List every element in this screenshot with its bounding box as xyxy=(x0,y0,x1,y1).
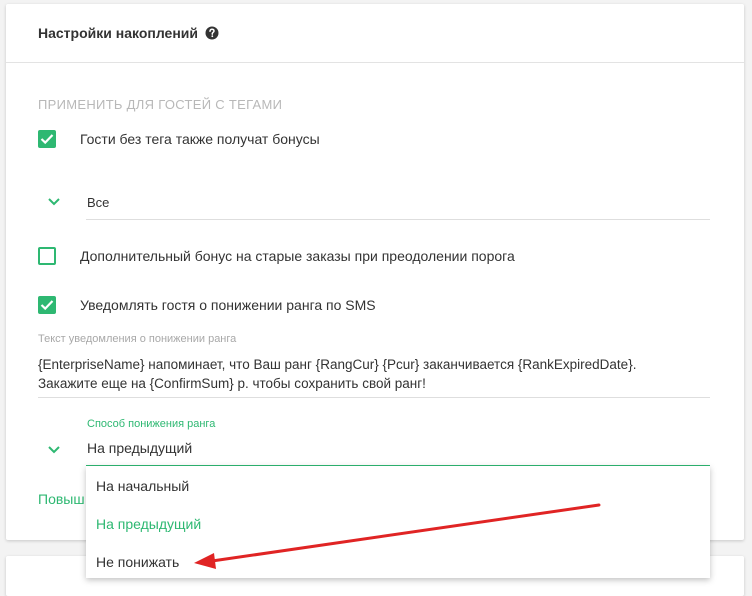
notification-text-field[interactable]: {EnterpriseName} напоминает, что Ваш ран… xyxy=(38,355,688,393)
extra-bonus-checkbox[interactable] xyxy=(38,247,56,265)
rank-method-label: Способ понижения ранга xyxy=(87,418,216,430)
notification-text-label: Текст уведомления о понижении ранга xyxy=(38,333,237,345)
dropdown-option-no-demote[interactable]: Не понижать xyxy=(96,554,179,570)
notify-sms-label: Уведомлять гостя о понижении ранга по SM… xyxy=(80,297,376,313)
tags-select-value[interactable]: Все xyxy=(87,195,109,210)
no-tag-guests-checkbox[interactable] xyxy=(38,130,56,148)
chevron-down-icon[interactable] xyxy=(47,197,61,207)
card-header: Настройки накоплений xyxy=(6,4,744,63)
no-tag-guests-label: Гости без тега также получат бонусы xyxy=(80,131,320,147)
cut-off-link[interactable]: Повыш xyxy=(38,491,85,507)
checkmark-icon xyxy=(40,134,54,145)
chevron-down-icon[interactable] xyxy=(47,445,61,455)
card-title-text: Настройки накоплений xyxy=(38,25,198,41)
accrual-settings-card: Настройки накоплений ПРИМЕНИТЬ ДЛЯ ГОСТЕ… xyxy=(6,4,744,540)
checkmark-icon xyxy=(40,300,54,311)
dropdown-option-initial[interactable]: На начальный xyxy=(96,478,189,494)
notify-sms-checkbox[interactable] xyxy=(38,296,56,314)
question-circle-icon[interactable] xyxy=(205,26,219,43)
rank-method-select-value[interactable]: На предыдущий xyxy=(87,440,192,456)
extra-bonus-label: Дополнительный бонус на старые заказы пр… xyxy=(80,248,515,264)
tags-select-underline xyxy=(86,219,710,220)
card-title: Настройки накоплений xyxy=(38,25,219,43)
notification-text-underline xyxy=(38,397,710,398)
section-label-tags: ПРИМЕНИТЬ ДЛЯ ГОСТЕЙ С ТЕГАМИ xyxy=(38,97,283,112)
rank-method-dropdown: На начальный На предыдущий Не понижать xyxy=(86,466,710,578)
dropdown-option-previous[interactable]: На предыдущий xyxy=(96,516,201,532)
